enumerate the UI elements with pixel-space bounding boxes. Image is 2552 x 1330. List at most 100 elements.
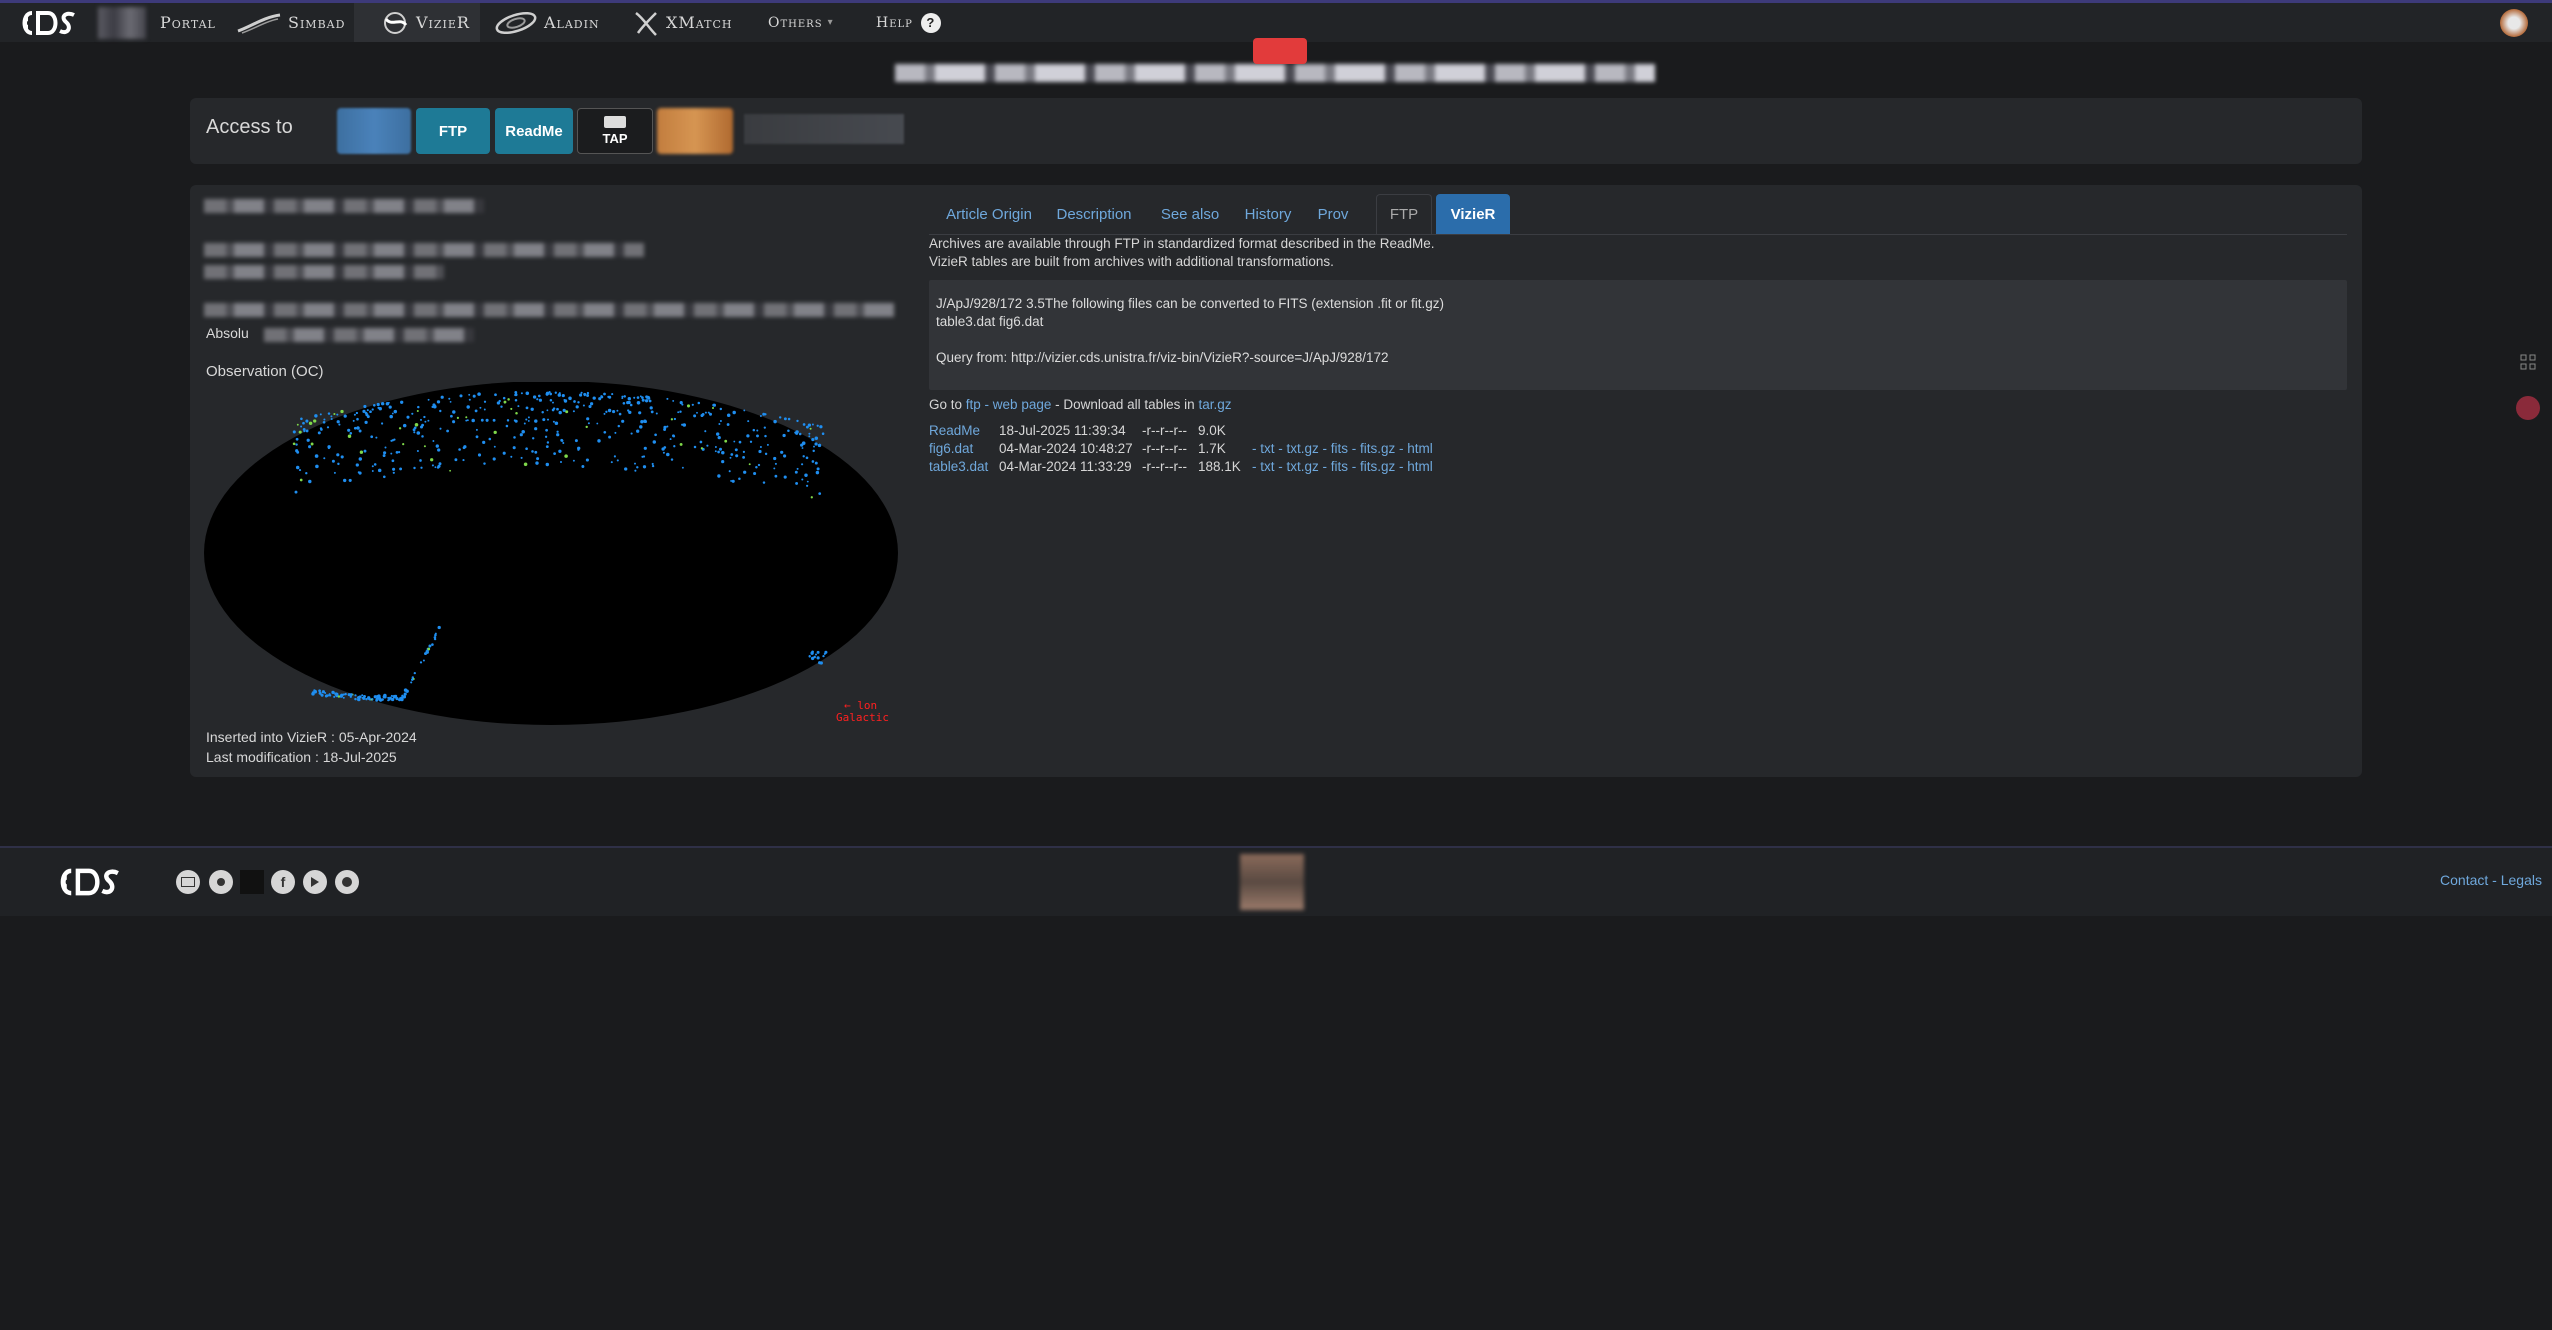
sky-point xyxy=(525,447,528,451)
sky-point xyxy=(456,416,460,420)
modified-line: Last modification : 18-Jul-2025 xyxy=(206,749,397,765)
rss-icon[interactable] xyxy=(209,870,233,894)
github-icon[interactable] xyxy=(335,870,359,894)
sky-point xyxy=(564,454,568,458)
file-format-links[interactable]: - txt - txt.gz - fits - fits.gz - html xyxy=(1252,459,1433,474)
sky-point xyxy=(421,435,424,438)
sky-point xyxy=(372,403,376,407)
ftp-code-box: J/ApJ/928/172 3.5The following files can… xyxy=(929,280,2347,390)
blurred-description-2 xyxy=(204,265,444,279)
legals-link[interactable]: Legals xyxy=(2501,872,2542,888)
sky-point xyxy=(730,479,733,482)
sky-point xyxy=(783,475,787,479)
sky-point xyxy=(419,459,422,462)
tab-history[interactable]: History xyxy=(1236,194,1300,234)
file-name-link[interactable]: fig6.dat xyxy=(929,441,973,456)
avatar-icon[interactable] xyxy=(2500,9,2528,37)
sky-point xyxy=(373,695,377,699)
tab-vizier[interactable]: VizieR xyxy=(1436,194,1510,234)
sky-point xyxy=(493,445,496,448)
sky-point xyxy=(805,484,809,487)
sky-point xyxy=(730,453,734,456)
sky-point xyxy=(506,419,510,422)
sky-point xyxy=(575,405,579,409)
sky-point xyxy=(436,400,441,404)
ftp-button[interactable]: FTP xyxy=(416,108,490,154)
blurred-keywords xyxy=(204,303,894,317)
blurred-access-button-2[interactable] xyxy=(657,108,733,154)
sky-point xyxy=(427,419,430,422)
file-name-link[interactable]: ReadMe xyxy=(929,423,980,438)
nav-aladin[interactable]: Aladin xyxy=(494,3,600,42)
sky-point xyxy=(558,392,561,395)
goto-web-link[interactable]: web page xyxy=(993,397,1052,412)
blurred-access-input[interactable] xyxy=(744,114,904,144)
sky-point xyxy=(323,418,326,421)
sky-point xyxy=(413,671,416,675)
footer-cds-logo[interactable] xyxy=(54,862,124,902)
sky-point xyxy=(773,419,777,424)
nav-simbad[interactable]: Simbad xyxy=(236,3,345,42)
sky-point xyxy=(465,416,468,419)
tap-button[interactable]: TAP xyxy=(577,108,653,154)
tab-article-origin[interactable]: Article Origin xyxy=(934,194,1044,234)
facebook-icon[interactable]: f xyxy=(271,870,295,894)
sky-point xyxy=(377,468,382,473)
sky-point xyxy=(717,474,721,478)
sky-point xyxy=(358,457,363,461)
sky-point xyxy=(532,395,537,399)
sky-map[interactable]: ← lon Galactic xyxy=(204,382,904,732)
sky-point xyxy=(520,456,523,459)
sky-point xyxy=(538,398,542,402)
nav-vizier[interactable]: VizieR xyxy=(354,3,480,42)
footer: f Contact - Legals xyxy=(0,846,2552,916)
sky-point xyxy=(699,440,703,444)
sky-point xyxy=(806,480,809,483)
file-format-links[interactable]: - txt - txt.gz - fits - fits.gz - html xyxy=(1252,441,1433,456)
tab-ftp[interactable]: FTP xyxy=(1376,194,1432,234)
nav-others[interactable]: Others ▾ xyxy=(768,3,834,42)
sky-point xyxy=(389,414,393,419)
nav-xmatch[interactable]: XMatch xyxy=(632,3,732,42)
cds-logo[interactable] xyxy=(18,5,78,41)
blurred-social-icon xyxy=(240,870,264,894)
sky-point xyxy=(774,462,777,465)
email-icon[interactable] xyxy=(176,870,200,894)
sky-point xyxy=(519,433,523,437)
tab-description[interactable]: Description xyxy=(1048,194,1140,234)
sky-point xyxy=(644,399,649,403)
nav-help[interactable]: Help ? xyxy=(876,3,941,42)
goto-targz-link[interactable]: tar.gz xyxy=(1198,397,1231,412)
contact-link[interactable]: Contact xyxy=(2440,872,2488,888)
sky-point xyxy=(586,394,590,397)
apps-icon[interactable] xyxy=(2516,350,2540,374)
nav-portal[interactable]: Portal xyxy=(160,3,216,42)
sky-point xyxy=(623,395,626,398)
tap-button-label: TAP xyxy=(602,131,628,146)
sky-point xyxy=(742,450,746,453)
sky-point xyxy=(525,406,529,410)
sky-point xyxy=(327,446,331,450)
translate-icon[interactable] xyxy=(2516,396,2540,420)
youtube-icon[interactable] xyxy=(303,870,327,894)
sky-point xyxy=(707,411,710,414)
sky-point xyxy=(816,656,820,660)
sky-point xyxy=(735,454,739,458)
sky-point xyxy=(425,650,429,654)
sky-point xyxy=(672,434,675,438)
file-name-link[interactable]: table3.dat xyxy=(929,459,988,474)
sky-point xyxy=(398,427,402,430)
sky-point xyxy=(764,434,767,438)
sky-point xyxy=(816,650,820,654)
tab-see-also[interactable]: See also xyxy=(1154,194,1226,234)
sky-point xyxy=(603,392,606,396)
sky-point xyxy=(365,413,369,417)
goto-ftp-link[interactable]: ftp xyxy=(966,397,981,412)
blurred-access-button[interactable] xyxy=(337,108,411,154)
sky-point xyxy=(358,429,362,433)
sky-point xyxy=(494,393,497,397)
readme-button[interactable]: ReadMe xyxy=(495,108,573,154)
sky-point xyxy=(573,400,576,403)
tab-prov-label: Prov xyxy=(1317,205,1349,223)
tab-prov[interactable]: Prov xyxy=(1308,194,1358,234)
